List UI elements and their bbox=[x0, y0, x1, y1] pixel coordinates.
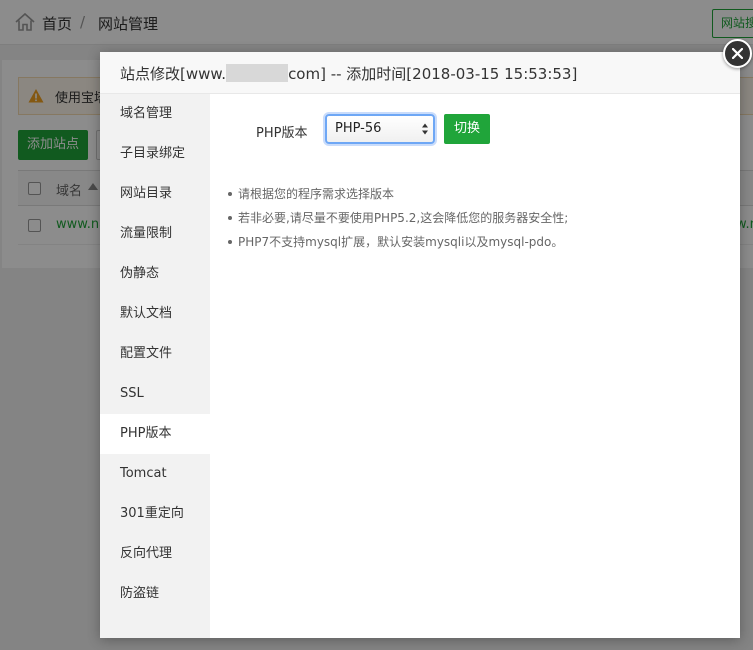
php-version-panel: PHP版本 PHP-56 切换 请根据您的程序需求选择版本 若非必要,请尽量不要… bbox=[210, 94, 740, 638]
modal-sidebar: 域名管理 子目录绑定 网站目录 流量限制 伪静态 默认文档 配置文件 SSL P… bbox=[100, 94, 210, 638]
sidebar-item-site-dir[interactable]: 网站目录 bbox=[100, 174, 210, 214]
redacted-domain bbox=[226, 64, 289, 82]
modal-header: 站点修改[www. com] -- 添加时间[2018-03-15 15:53:5… bbox=[100, 52, 740, 94]
sidebar-item-tomcat[interactable]: Tomcat bbox=[100, 454, 210, 494]
sidebar-item-rewrite[interactable]: 伪静态 bbox=[100, 254, 210, 294]
sidebar-item-domain[interactable]: 域名管理 bbox=[100, 94, 210, 134]
close-icon bbox=[732, 48, 743, 59]
sidebar-item-subdir[interactable]: 子目录绑定 bbox=[100, 134, 210, 174]
sidebar-item-default-doc[interactable]: 默认文档 bbox=[100, 294, 210, 334]
modal-close-button[interactable] bbox=[723, 39, 752, 68]
modal-title: 站点修改[www. com] -- 添加时间[2018-03-15 15:53:5… bbox=[120, 63, 577, 84]
site-edit-modal: 站点修改[www. com] -- 添加时间[2018-03-15 15:53:5… bbox=[100, 52, 740, 638]
tip-item: PHP7不支持mysql扩展，默认安装mysqli以及mysql-pdo。 bbox=[228, 230, 728, 254]
tips-list: 请根据您的程序需求选择版本 若非必要,请尽量不要使用PHP5.2,这会降低您的服… bbox=[228, 182, 728, 254]
php-version-select[interactable]: PHP-56 bbox=[325, 114, 435, 144]
select-arrows-icon bbox=[422, 123, 428, 135]
sidebar-item-reverse-proxy[interactable]: 反向代理 bbox=[100, 534, 210, 574]
sidebar-item-redirect[interactable]: 301重定向 bbox=[100, 494, 210, 534]
tip-item: 若非必要,请尽量不要使用PHP5.2,这会降低您的服务器安全性; bbox=[228, 206, 728, 230]
sidebar-item-hotlink[interactable]: 防盗链 bbox=[100, 574, 210, 614]
sidebar-item-php-version[interactable]: PHP版本 bbox=[100, 414, 210, 454]
sidebar-item-config[interactable]: 配置文件 bbox=[100, 334, 210, 374]
sidebar-item-ssl[interactable]: SSL bbox=[100, 374, 210, 414]
modal-title-suffix: com] -- 添加时间[2018-03-15 15:53:53] bbox=[288, 65, 578, 83]
tip-item: 请根据您的程序需求选择版本 bbox=[228, 182, 728, 206]
switch-button[interactable]: 切换 bbox=[444, 114, 490, 144]
modal-title-prefix: 站点修改[www. bbox=[120, 65, 227, 83]
php-version-label: PHP版本 bbox=[256, 126, 308, 141]
php-version-selected: PHP-56 bbox=[335, 121, 382, 136]
sidebar-item-traffic-limit[interactable]: 流量限制 bbox=[100, 214, 210, 254]
